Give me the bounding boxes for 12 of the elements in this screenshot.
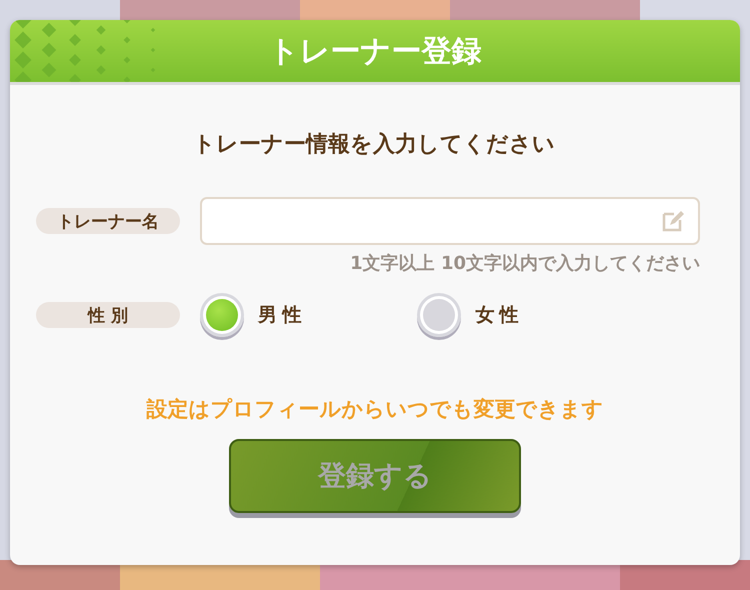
name-input-field[interactable]: [200, 197, 700, 245]
dialog-title: トレーナー登録: [268, 32, 482, 70]
notice-text: 設定はプロフィールからいつでも変更できます: [146, 396, 604, 423]
field-label: 性 別: [36, 302, 180, 328]
gender-option[interactable]: 男 性: [200, 293, 302, 337]
field-label: トレーナー名: [36, 208, 180, 234]
radio-button[interactable]: [417, 293, 462, 337]
radio-button[interactable]: [200, 293, 244, 337]
input-hint: 1文字以上 10文字以内で入力してください: [350, 252, 700, 275]
edit-icon[interactable]: [660, 208, 686, 234]
dialog-heading: トレーナー情報を入力してください: [193, 131, 555, 159]
gender-option[interactable]: 女 性: [417, 293, 519, 337]
